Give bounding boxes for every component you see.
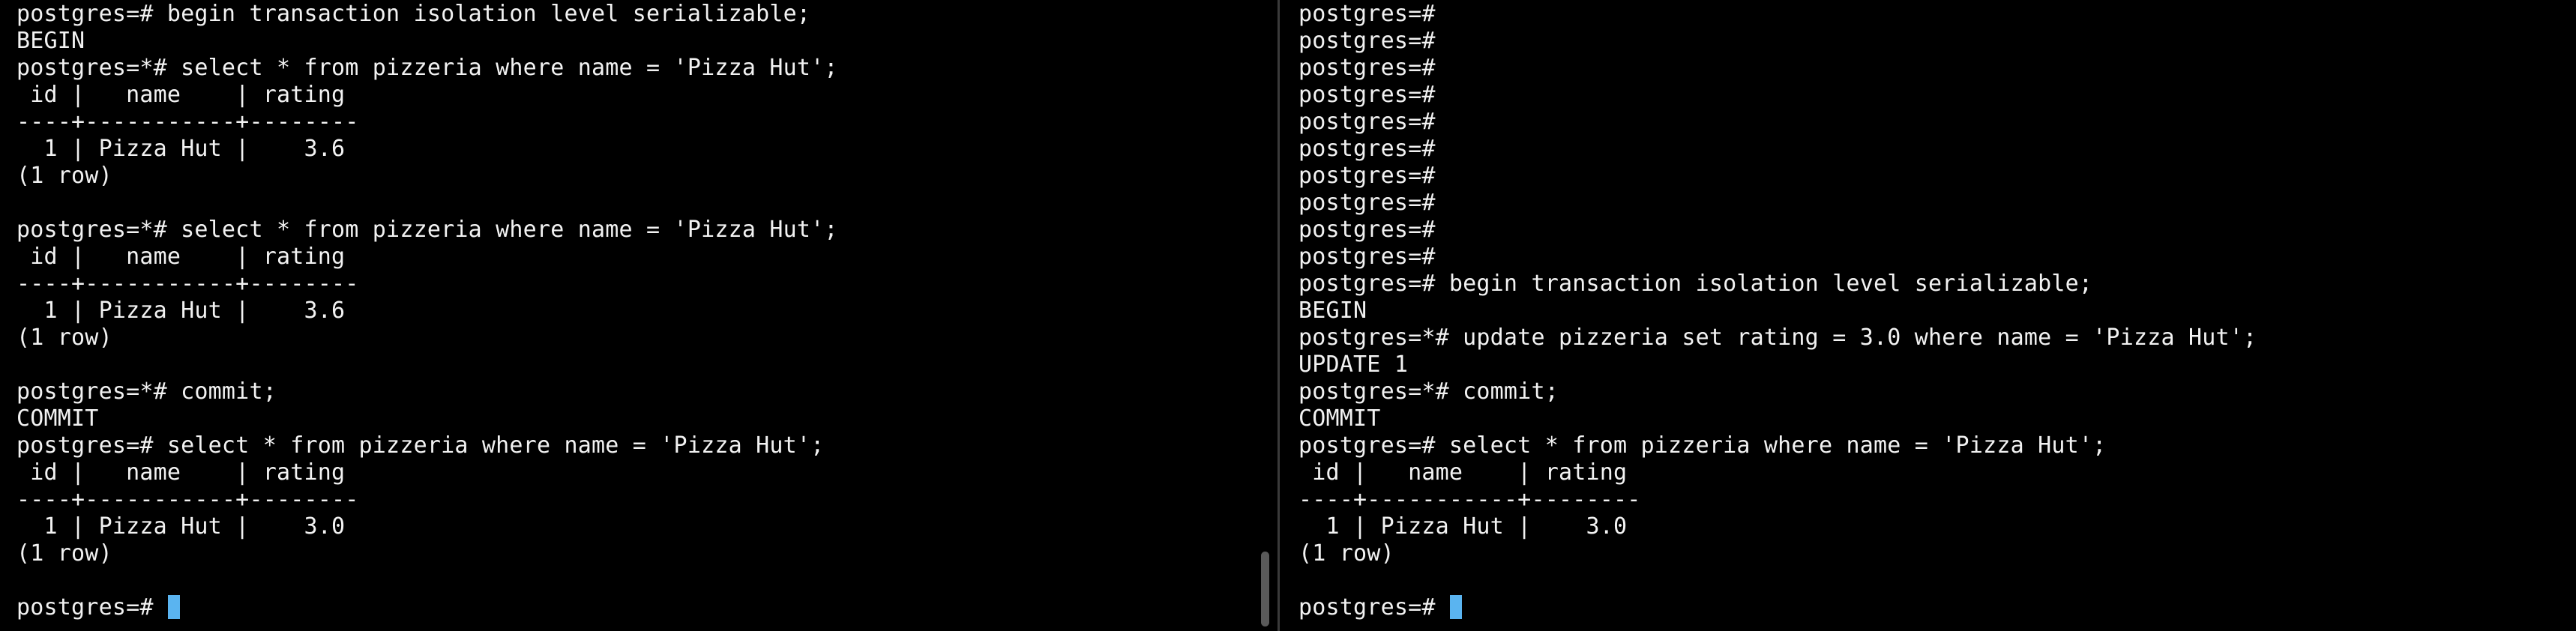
terminal-line-text: postgres=# [1298,136,1436,162]
terminal-line: id | name | rating [16,459,838,486]
left-pane-scrollbar[interactable] [1261,552,1269,627]
terminal-line-text: id | name | rating [16,244,346,270]
terminal-line: postgres=# [1298,1,2257,28]
terminal-line: postgres=*# commit; [1298,378,2257,405]
terminal-line: postgres=# [16,594,838,621]
terminal-line: postgres=# [1298,594,2257,621]
terminal-line: ----+-----------+-------- [16,109,838,136]
terminal-line: postgres=# [1298,55,2257,82]
terminal-line-text: ----+-----------+-------- [1298,486,1641,513]
terminal-line-text: postgres=*# commit; [16,378,277,405]
terminal-line-text: (1 row) [16,324,112,351]
terminal-line-text: postgres=*# select * from pizzeria where… [16,55,838,81]
terminal-line-text: postgres=*# commit; [1298,378,1559,405]
terminal-line-text: postgres=# [1298,163,1436,189]
terminal-line: ----+-----------+-------- [16,486,838,513]
terminal-line: postgres=# select * from pizzeria where … [1298,432,2257,459]
pane-divider[interactable] [1278,0,1280,631]
terminal-line: postgres=*# select * from pizzeria where… [16,217,838,244]
terminal-line-text: postgres=# [1298,55,1436,81]
terminal-line-text: postgres=*# update pizzeria set rating =… [1298,324,2257,351]
terminal-line: postgres=# [1298,217,2257,244]
terminal-line-text: id | name | rating [16,459,346,486]
terminal-line-text: ----+-----------+-------- [16,271,359,297]
terminal-window[interactable]: postgres=# begin transaction isolation l… [0,0,2576,631]
terminal-line-text: postgres=# [1298,190,1436,216]
terminal-line: postgres=# [1298,82,2257,109]
terminal-line-text: ----+-----------+-------- [16,486,359,513]
terminal-line: postgres=# [1298,136,2257,163]
terminal-line: postgres=# [1298,244,2257,271]
terminal-line-text: 1 | Pizza Hut | 3.6 [16,298,346,324]
terminal-line: 1 | Pizza Hut | 3.6 [16,298,838,324]
terminal-line-text: postgres=# [1298,28,1436,54]
terminal-line-text: postgres=# begin transaction isolation l… [16,1,811,27]
terminal-line-text: COMMIT [1298,405,1381,432]
terminal-line: postgres=# [1298,163,2257,190]
terminal-line-text: postgres=# [16,594,167,621]
terminal-line: id | name | rating [16,82,838,109]
right-terminal-pane[interactable]: postgres=# postgres=# postgres=# postgres=#… [1282,0,2576,631]
terminal-line: (1 row) [1298,540,2257,567]
terminal-line: id | name | rating [16,244,838,271]
terminal-line-text: (1 row) [16,540,112,567]
terminal-line: (1 row) [16,324,838,351]
terminal-line-text: postgres=# select * from pizzeria where … [16,432,825,459]
terminal-line: id | name | rating [1298,459,2257,486]
terminal-line: 1 | Pizza Hut | 3.6 [16,136,838,163]
cursor-block [167,595,180,619]
terminal-line-text: postgres=# select * from pizzeria where … [1298,432,2107,459]
terminal-line-text: postgres=# [1298,217,1436,243]
terminal-line: UPDATE 1 [1298,351,2257,378]
terminal-line: postgres=# [1298,28,2257,55]
terminal-line: ----+-----------+-------- [1298,486,2257,513]
terminal-line-text: COMMIT [16,405,99,432]
terminal-line-text: ----+-----------+-------- [16,109,359,135]
terminal-line-text: postgres=# [1298,82,1436,108]
terminal-line: (1 row) [16,540,838,567]
cursor-block [1449,595,1462,619]
terminal-line-text: (1 row) [16,163,112,189]
terminal-line: postgres=*# commit; [16,378,838,405]
terminal-line-text: 1 | Pizza Hut | 3.0 [1298,513,1628,540]
terminal-line: (1 row) [16,163,838,190]
terminal-line-text: UPDATE 1 [1298,351,1409,378]
terminal-line: ----+-----------+-------- [16,271,838,298]
left-terminal-pane[interactable]: postgres=# begin transaction isolation l… [0,0,1275,631]
right-pane-output: postgres=# postgres=# postgres=# postgres=#… [1298,1,2257,621]
terminal-line: postgres=# begin transaction isolation l… [16,1,838,28]
terminal-line: 1 | Pizza Hut | 3.0 [16,513,838,540]
terminal-line-text: postgres=# [1298,109,1436,135]
terminal-line: postgres=*# update pizzeria set rating =… [1298,324,2257,351]
terminal-line-text: id | name | rating [1298,459,1628,486]
terminal-line-text: postgres=*# select * from pizzeria where… [16,217,838,243]
terminal-line-text: id | name | rating [16,82,346,108]
terminal-line-text: 1 | Pizza Hut | 3.0 [16,513,346,540]
terminal-line: COMMIT [1298,405,2257,432]
terminal-line: postgres=# [1298,109,2257,136]
terminal-line-text: BEGIN [16,28,85,54]
terminal-line-text: postgres=# begin transaction isolation l… [1298,271,2093,297]
terminal-line-text: (1 row) [1298,540,1394,567]
terminal-line: postgres=# begin transaction isolation l… [1298,271,2257,298]
terminal-line: postgres=# [1298,190,2257,217]
terminal-line: BEGIN [1298,298,2257,324]
terminal-line-text: postgres=# [1298,244,1436,270]
terminal-line: postgres=# select * from pizzeria where … [16,432,838,459]
terminal-line-text: BEGIN [1298,298,1367,324]
terminal-line: 1 | Pizza Hut | 3.0 [1298,513,2257,540]
terminal-line: postgres=*# select * from pizzeria where… [16,55,838,82]
terminal-line-text: postgres=# [1298,1,1436,27]
terminal-line: COMMIT [16,405,838,432]
left-pane-output: postgres=# begin transaction isolation l… [16,1,838,621]
terminal-line-text: 1 | Pizza Hut | 3.6 [16,136,346,162]
terminal-line-text: postgres=# [1298,594,1449,621]
terminal-line: BEGIN [16,28,838,55]
